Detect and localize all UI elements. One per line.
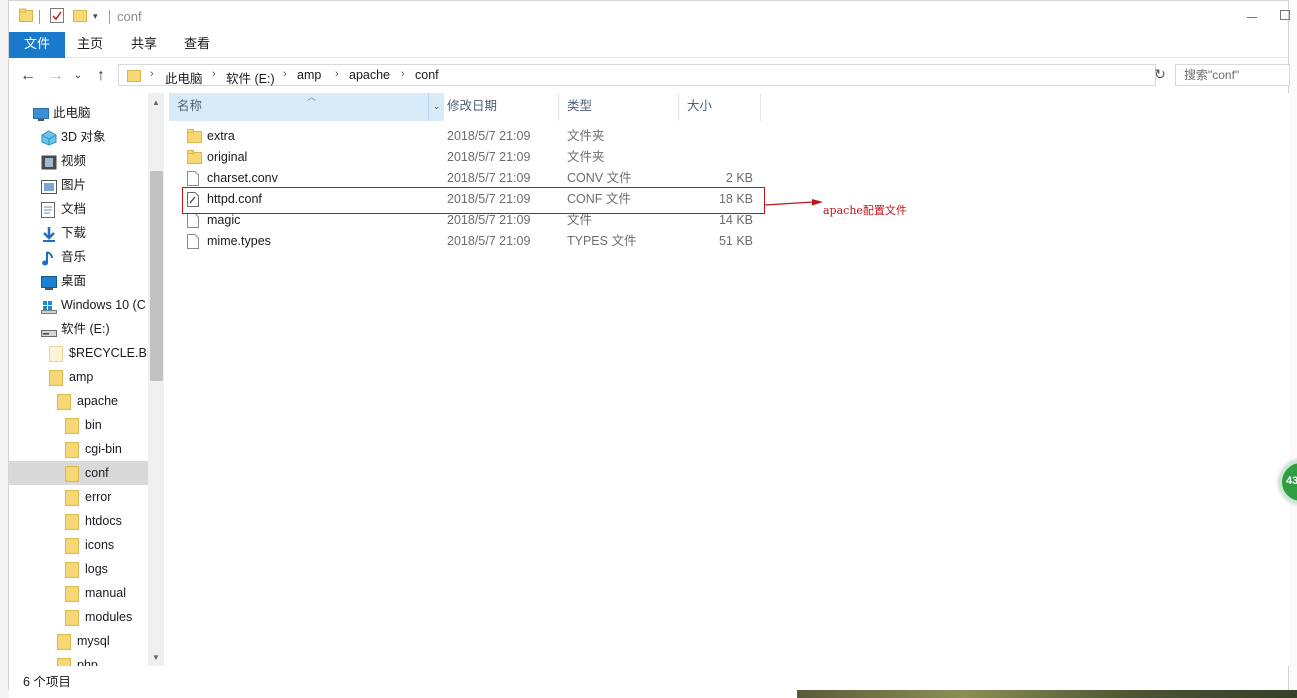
nav-item-htdocs[interactable]: htdocs [9, 509, 148, 533]
folder-icon [19, 8, 33, 25]
nav-item-this-pc[interactable]: 此电脑 [9, 101, 148, 125]
scroll-down-icon[interactable]: ▼ [148, 650, 164, 666]
title-bar: ▾ conf [9, 1, 1290, 32]
breadcrumb-this-pc[interactable]: 此电脑 [165, 68, 203, 87]
annotation-highlight-box [182, 187, 765, 214]
nav-item-icons[interactable]: icons [9, 533, 148, 557]
navigation-pane: 此电脑 3D 对象 视频 图片 文档 下载 音乐 桌面 Windows 10 (… [9, 93, 164, 666]
recent-locations-chevron-icon[interactable]: ⌄ [69, 67, 87, 85]
separator [109, 10, 110, 24]
nav-item-drive-e[interactable]: 软件 (E:) [9, 317, 148, 341]
minimize-button[interactable] [1242, 8, 1262, 24]
breadcrumb-apache[interactable]: apache [349, 68, 390, 82]
tab-share[interactable]: 共享 [119, 32, 169, 58]
search-box[interactable] [1175, 64, 1290, 86]
navigation-bar: ← → ⌄ ↑ › 此电脑 › 软件 (E:) › amp › apache ›… [9, 59, 1290, 93]
tab-view[interactable]: 查看 [172, 32, 222, 58]
chevron-right-icon[interactable]: › [401, 68, 405, 80]
chevron-right-icon[interactable]: › [212, 68, 216, 80]
nav-item-php[interactable]: php [9, 653, 148, 666]
nav-item-apache[interactable]: apache [9, 389, 148, 413]
background-wallpaper-strip [797, 690, 1297, 698]
annotation-arrow [765, 199, 823, 206]
back-arrow-icon[interactable]: ← [19, 67, 37, 85]
sort-ascending-icon: ︿ [307, 92, 317, 102]
chevron-right-icon[interactable]: › [283, 68, 287, 80]
nav-item-mysql[interactable]: mysql [9, 629, 148, 653]
nav-item-downloads[interactable]: 下载 [9, 221, 148, 245]
refresh-icon[interactable]: ↻ [1151, 65, 1169, 83]
tab-home[interactable]: 主页 [65, 32, 115, 58]
nav-item-bin[interactable]: bin [9, 413, 148, 437]
customize-toolbar-icon[interactable]: ▾ [93, 11, 98, 22]
forward-arrow-icon[interactable]: → [47, 67, 65, 85]
nav-item-pictures[interactable]: 图片 [9, 173, 148, 197]
file-row-charset-conv[interactable]: charset.conv 2018/5/7 21:09 CONV 文件 2 KB [165, 168, 765, 189]
nav-item-documents[interactable]: 文档 [9, 197, 148, 221]
item-count: 6 个项目 [23, 675, 71, 689]
column-header-type[interactable]: 类型 [559, 93, 679, 121]
nav-item-conf[interactable]: conf [9, 461, 148, 485]
nav-item-music[interactable]: 音乐 [9, 245, 148, 269]
column-header-size[interactable]: 大小 [679, 93, 761, 121]
folder-icon [127, 68, 141, 85]
background-right-strip [1288, 0, 1297, 690]
nav-item-amp[interactable]: amp [9, 365, 148, 389]
properties-icon[interactable] [50, 8, 64, 26]
maximize-button[interactable] [1280, 10, 1290, 20]
scroll-up-icon[interactable]: ▲ [148, 95, 164, 111]
nav-item-recycle-bin[interactable]: $RECYCLE.BIN [9, 341, 159, 365]
nav-item-modules[interactable]: modules [9, 605, 148, 629]
scrollbar-thumb[interactable] [150, 171, 163, 381]
explorer-window: ▾ conf 文件 主页 共享 查看 ← → ⌄ ↑ › 此电脑 › 软件 (E… [8, 0, 1290, 690]
nav-item-windows-drive[interactable]: Windows 10 (C [9, 293, 148, 317]
nav-item-manual[interactable]: manual [9, 581, 148, 605]
new-folder-icon[interactable] [73, 8, 87, 25]
column-header-name[interactable]: 名称 ︿ ⌄ [169, 92, 444, 121]
nav-scrollbar[interactable]: ▲ ▼ [148, 93, 164, 666]
up-arrow-icon[interactable]: ↑ [92, 67, 110, 85]
breadcrumb-drive-e[interactable]: 软件 (E:) [226, 68, 275, 87]
status-bar: 6 个项目 [9, 668, 1288, 690]
file-row-original[interactable]: original 2018/5/7 21:09 文件夹 [165, 147, 765, 168]
nav-item-cgi-bin[interactable]: cgi-bin [9, 437, 148, 461]
file-row-extra[interactable]: extra 2018/5/7 21:09 文件夹 [165, 126, 765, 147]
search-input[interactable] [1176, 65, 1289, 85]
chevron-right-icon[interactable]: › [150, 68, 154, 80]
separator [39, 10, 40, 24]
chevron-right-icon[interactable]: › [335, 68, 339, 80]
window-title: conf [117, 9, 142, 24]
nav-item-error[interactable]: error [9, 485, 148, 509]
column-header-date[interactable]: 修改日期 [439, 93, 559, 121]
address-bar[interactable]: › 此电脑 › 软件 (E:) › amp › apache › conf [118, 64, 1252, 87]
nav-item-logs[interactable]: logs [9, 557, 148, 581]
folder-icon [57, 658, 71, 666]
ribbon-tabs: 文件 主页 共享 查看 [9, 32, 1288, 58]
annotation-label: apache配置文件 [823, 204, 907, 217]
breadcrumb-amp[interactable]: amp [297, 68, 321, 82]
tab-file[interactable]: 文件 [9, 32, 65, 58]
file-row-mime-types[interactable]: mime.types 2018/5/7 21:09 TYPES 文件 51 KB [165, 231, 765, 252]
file-list-pane: 名称 ︿ ⌄ 修改日期 类型 大小 extra 2018/5/7 21:09 文… [165, 92, 1289, 666]
nav-item-videos[interactable]: 视频 [9, 149, 148, 173]
breadcrumb-conf[interactable]: conf [415, 68, 439, 82]
nav-item-3d-objects[interactable]: 3D 对象 [9, 125, 148, 149]
file-icon [187, 234, 199, 256]
nav-item-desktop[interactable]: 桌面 [9, 269, 148, 293]
